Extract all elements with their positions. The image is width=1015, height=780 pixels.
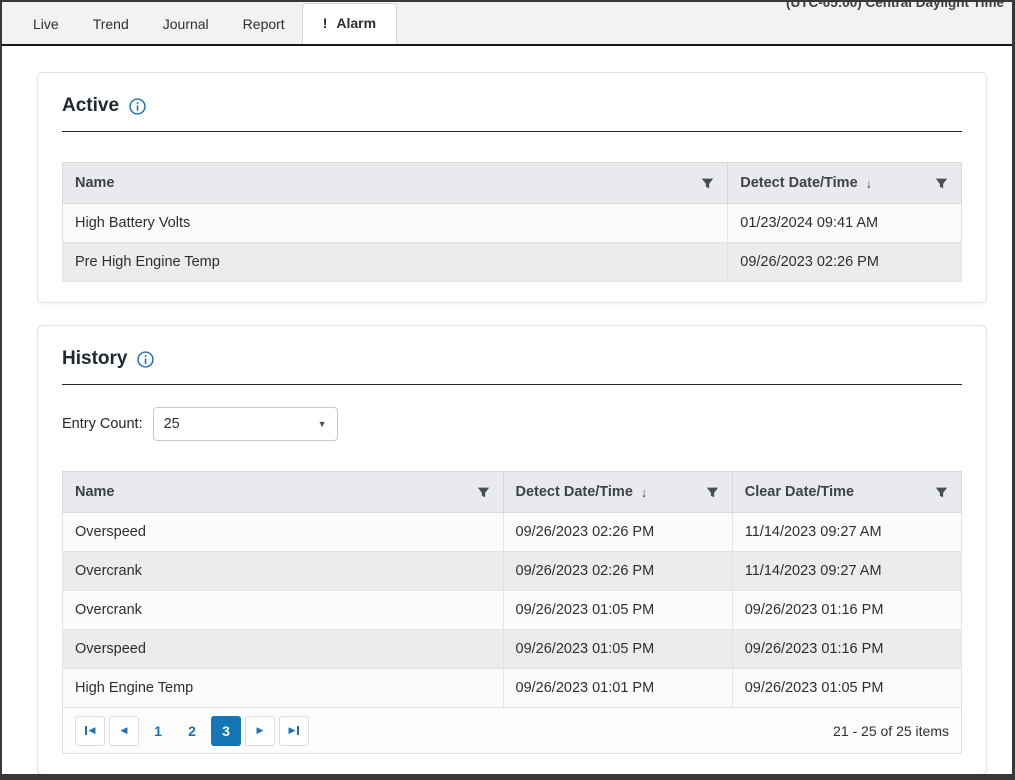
first-page-button[interactable]: ◀ <box>75 716 105 746</box>
filter-icon[interactable] <box>476 485 491 500</box>
cell-detect: 09/26/2023 02:26 PM <box>503 513 732 552</box>
history-alarms-table: Name Detect Date/Time ↓ <box>62 471 962 708</box>
column-header-name[interactable]: Name <box>63 163 728 204</box>
active-alarms-table: Name Detect Date/Time ↓ <box>62 162 962 282</box>
cell-name: High Engine Temp <box>63 669 504 708</box>
column-label: Detect Date/Time <box>516 484 633 500</box>
table-row[interactable]: High Battery Volts 01/23/2024 09:41 AM <box>63 204 962 243</box>
sort-desc-icon: ↓ <box>866 176 873 191</box>
column-header-detect[interactable]: Detect Date/Time ↓ <box>728 163 962 204</box>
filter-icon[interactable] <box>705 485 720 500</box>
page-button-1[interactable]: 1 <box>143 716 173 746</box>
cell-clear: 11/14/2023 09:27 AM <box>732 552 961 591</box>
table-header-row: Name Detect Date/Time ↓ <box>63 472 962 513</box>
previous-page-icon: ◀ <box>121 726 128 735</box>
cell-detect: 01/23/2024 09:41 AM <box>728 204 962 243</box>
tab-alarm-label: Alarm <box>336 15 376 31</box>
page-button-2[interactable]: 2 <box>177 716 207 746</box>
column-label: Name <box>75 175 115 191</box>
section-divider <box>62 131 962 132</box>
info-icon[interactable] <box>129 98 146 115</box>
filter-icon[interactable] <box>934 485 949 500</box>
app-window: (UTC-05:00) Central Daylight Time Live T… <box>0 0 1015 780</box>
active-alarms-section: Active Name <box>37 72 987 303</box>
filter-icon[interactable] <box>700 176 715 191</box>
cell-clear: 09/26/2023 01:05 PM <box>732 669 961 708</box>
table-row[interactable]: Overspeed 09/26/2023 02:26 PM 11/14/2023… <box>63 513 962 552</box>
column-label: Clear Date/Time <box>745 484 854 500</box>
cell-name: Overcrank <box>63 591 504 630</box>
cell-name: Pre High Engine Temp <box>63 243 728 282</box>
cell-name: Overspeed <box>63 513 504 552</box>
next-page-icon: ▶ <box>257 726 264 735</box>
table-row[interactable]: High Engine Temp 09/26/2023 01:01 PM 09/… <box>63 669 962 708</box>
cell-name: Overspeed <box>63 630 504 669</box>
page-button-3-active[interactable]: 3 <box>211 716 241 746</box>
entry-count-value: 25 <box>164 416 180 432</box>
entry-count-select[interactable]: 25 ▼ <box>153 407 338 441</box>
last-page-button[interactable]: ▶ <box>279 716 309 746</box>
column-header-name[interactable]: Name <box>63 472 504 513</box>
column-header-detect[interactable]: Detect Date/Time ↓ <box>503 472 732 513</box>
table-row[interactable]: Pre High Engine Temp 09/26/2023 02:26 PM <box>63 243 962 282</box>
cell-name: Overcrank <box>63 552 504 591</box>
cell-clear: 09/26/2023 01:16 PM <box>732 591 961 630</box>
tab-live[interactable]: Live <box>16 5 76 44</box>
tab-bar: (UTC-05:00) Central Daylight Time Live T… <box>2 2 1012 46</box>
info-icon[interactable] <box>137 351 154 368</box>
first-page-icon: ◀ <box>85 726 96 735</box>
tab-report-label: Report <box>243 16 285 32</box>
table-row[interactable]: Overcrank 09/26/2023 01:05 PM 09/26/2023… <box>63 591 962 630</box>
table-row[interactable]: Overcrank 09/26/2023 02:26 PM 11/14/2023… <box>63 552 962 591</box>
column-label: Detect Date/Time <box>740 175 857 191</box>
cell-detect: 09/26/2023 02:26 PM <box>503 552 732 591</box>
table-header-row: Name Detect Date/Time ↓ <box>63 163 962 204</box>
filter-icon[interactable] <box>934 176 949 191</box>
tab-live-label: Live <box>33 16 59 32</box>
pagination-summary: 21 - 25 of 25 items <box>833 723 949 739</box>
cell-name: High Battery Volts <box>63 204 728 243</box>
active-section-title: Active <box>62 95 119 117</box>
tab-trend-label: Trend <box>93 16 129 32</box>
cell-detect: 09/26/2023 01:01 PM <box>503 669 732 708</box>
sort-desc-icon: ↓ <box>641 485 648 500</box>
cell-clear: 11/14/2023 09:27 AM <box>732 513 961 552</box>
entry-count-label: Entry Count: <box>62 416 143 432</box>
pagination-bar: ◀ ◀ 1 2 3 ▶ ▶ 21 - 25 of 25 items <box>62 708 962 754</box>
cell-detect: 09/26/2023 01:05 PM <box>503 591 732 630</box>
last-page-icon: ▶ <box>289 726 300 735</box>
previous-page-button[interactable]: ◀ <box>109 716 139 746</box>
cell-detect: 09/26/2023 01:05 PM <box>503 630 732 669</box>
history-section-title: History <box>62 348 127 370</box>
alarm-badge-icon: ! <box>323 15 328 31</box>
history-alarms-section: History Entry Count: 25 ▼ <box>37 325 987 775</box>
tab-journal-label: Journal <box>163 16 209 32</box>
column-label: Name <box>75 484 115 500</box>
cell-detect: 09/26/2023 02:26 PM <box>728 243 962 282</box>
next-page-button[interactable]: ▶ <box>245 716 275 746</box>
tab-trend[interactable]: Trend <box>76 5 146 44</box>
timezone-text: (UTC-05:00) Central Daylight Time <box>786 0 1004 10</box>
chevron-down-icon: ▼ <box>318 419 327 429</box>
tab-alarm[interactable]: ! Alarm <box>302 3 397 44</box>
tab-journal[interactable]: Journal <box>146 5 226 44</box>
column-header-clear[interactable]: Clear Date/Time <box>732 472 961 513</box>
tab-report[interactable]: Report <box>226 5 302 44</box>
table-row[interactable]: Overspeed 09/26/2023 01:05 PM 09/26/2023… <box>63 630 962 669</box>
section-divider <box>62 384 962 385</box>
cell-clear: 09/26/2023 01:16 PM <box>732 630 961 669</box>
